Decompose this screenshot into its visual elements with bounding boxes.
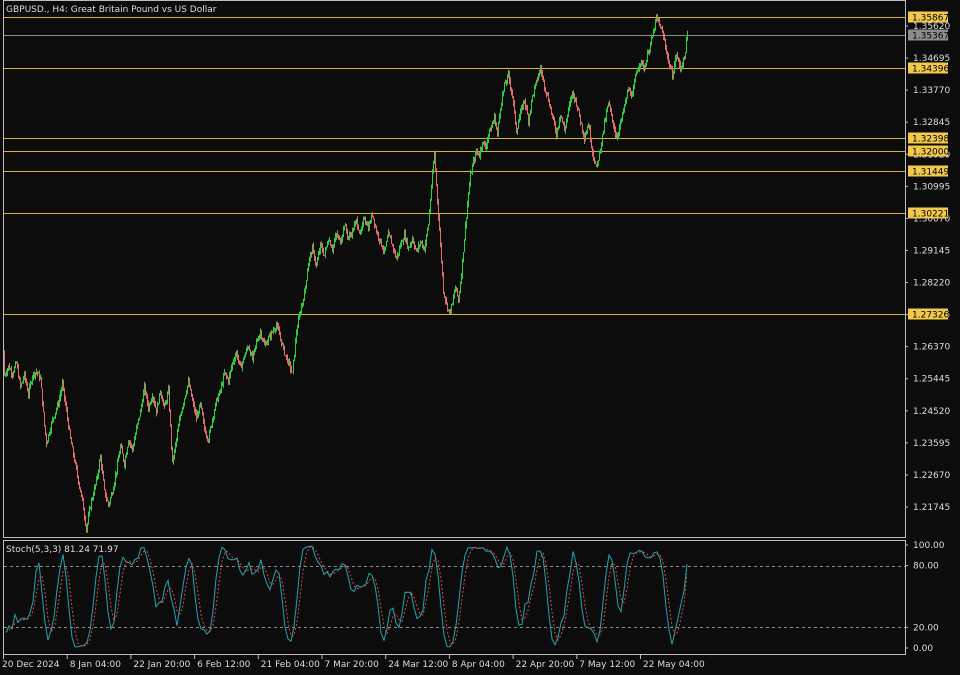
price-tick-label: 1.25445 [913,375,950,385]
current-price-badge-text: 1.35367 [912,32,949,42]
trading-chart[interactable]: 1.356201.346951.337701.328451.319201.309… [0,0,960,675]
time-tick-label: 24 Mar 12:00 [388,660,448,670]
stoch-tick-label: 80.00 [913,562,939,572]
stochastic-label: Stoch(5,3,3) 81.24 71.97 [6,545,119,555]
price-tick-label: 1.33770 [913,86,950,96]
time-tick-label: 8 Jan 04:00 [70,660,122,670]
current-price-badge: 1.35367 [908,29,949,42]
stoch-tick-label: 20.00 [913,623,939,633]
time-tick-label: 7 Mar 20:00 [325,660,380,670]
level-badge-4: 1.31449 [908,165,949,178]
price-tick-label: 1.30995 [913,182,950,192]
time-tick-label: 22 May 04:00 [643,660,705,670]
stoch-tick-label: 0.00 [913,644,933,654]
symbol-title: GBPUSD., H4: Great Britain Pound vs US D… [6,5,217,15]
level-badge-1-text: 1.34396 [912,65,949,75]
level-badge-6: 1.27326 [908,308,949,321]
time-tick-label: 7 May 12:00 [579,660,635,670]
level-badge-5-text: 1.30221 [912,210,949,220]
level-badge-4-text: 1.31449 [912,168,949,178]
level-badge-3-text: 1.32000 [912,148,949,158]
level-badge-5: 1.30221 [908,207,949,220]
time-tick-label: 6 Feb 12:00 [197,660,251,670]
price-tick-label: 1.28220 [913,279,950,289]
price-tick-label: 1.24520 [913,407,950,417]
level-badge-2-text: 1.32398 [912,135,949,145]
price-tick-label: 1.22670 [913,471,950,481]
time-tick-label: 21 Feb 04:00 [261,660,320,670]
level-badge-0: 1.35867 [908,11,949,24]
chart-background [0,0,960,675]
level-badge-6-text: 1.27326 [912,311,949,321]
time-tick-label: 20 Dec 2024 [2,660,60,670]
price-tick-label: 1.29145 [913,246,950,256]
level-badge-1: 1.34396 [908,62,949,75]
time-tick-label: 22 Jan 20:00 [133,660,190,670]
price-tick-label: 1.23595 [913,439,950,449]
price-tick-label: 1.21745 [913,503,950,513]
price-tick-label: 1.26370 [913,343,950,353]
price-tick-label: 1.32845 [913,118,950,128]
level-badge-3: 1.32000 [908,145,949,158]
time-tick-label: 8 Apr 04:00 [452,660,505,670]
time-tick-label: 22 Apr 20:00 [516,660,575,670]
stoch-tick-label: 100.00 [913,541,945,551]
level-badge-2: 1.32398 [908,132,949,145]
level-badge-0-text: 1.35867 [912,14,949,24]
